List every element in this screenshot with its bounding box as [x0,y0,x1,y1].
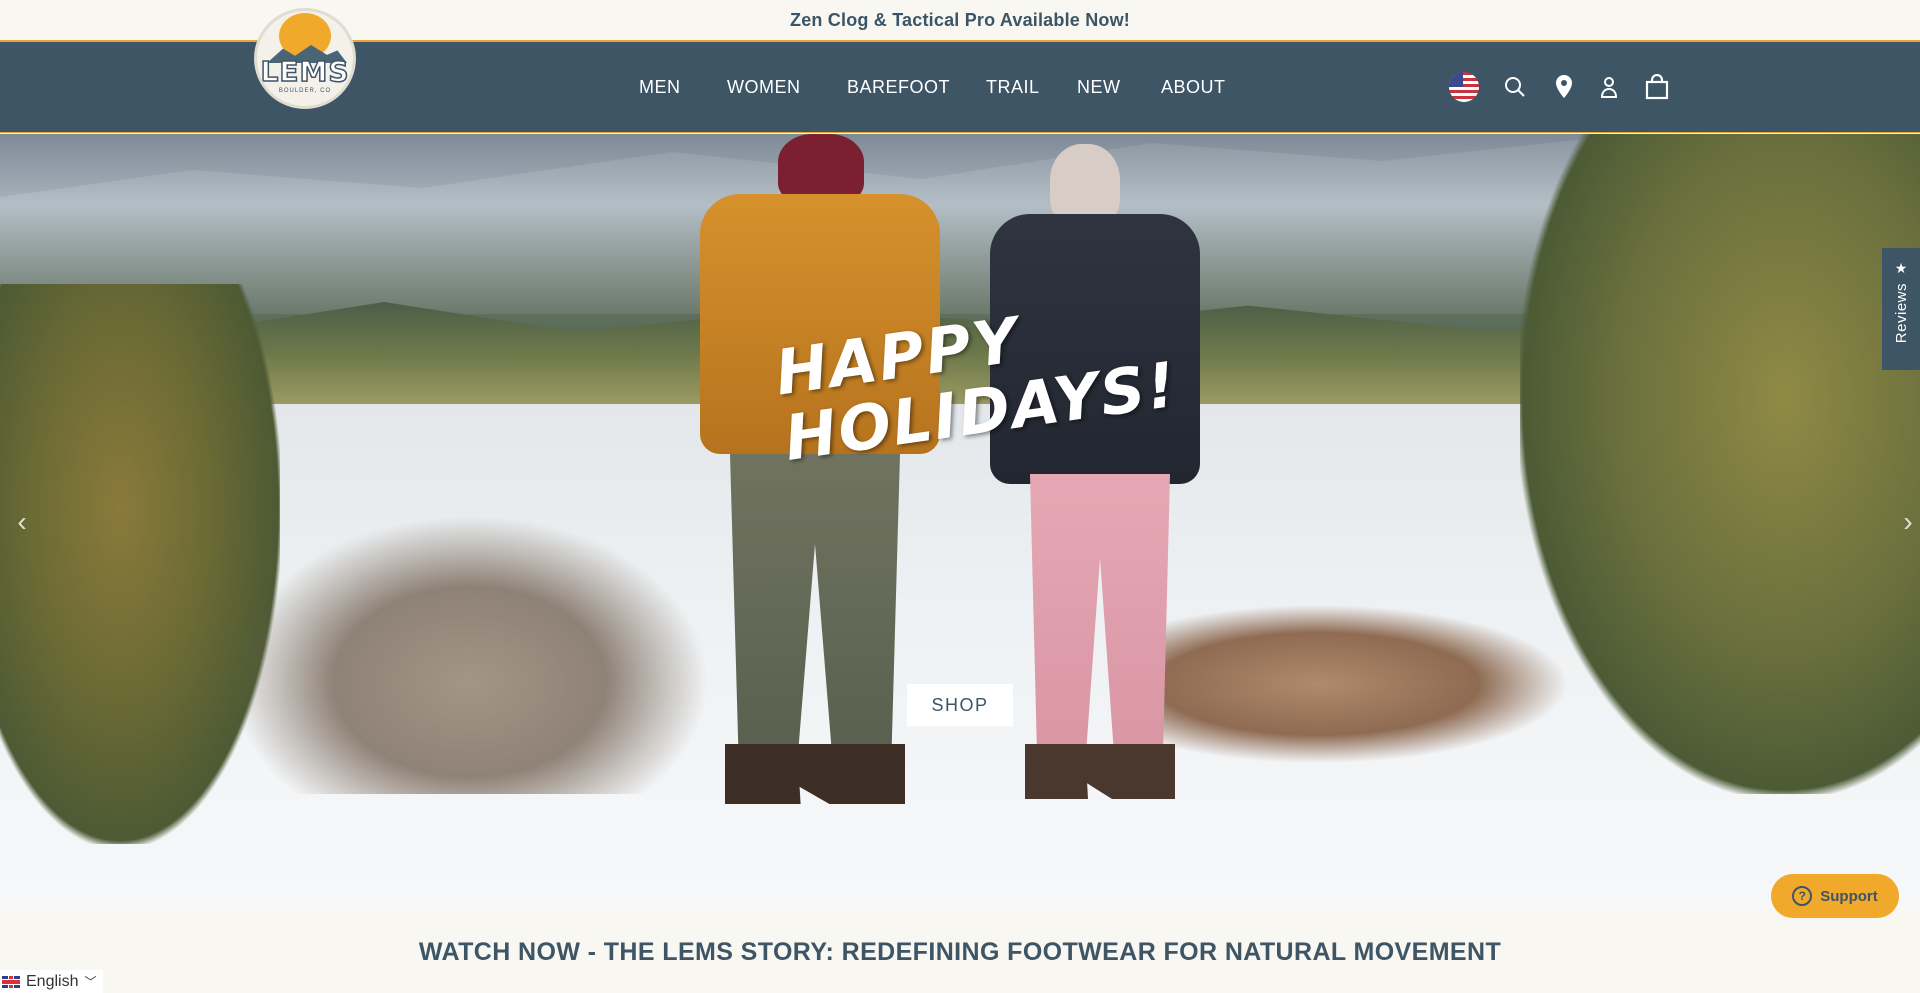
carousel-prev-arrow-icon[interactable]: ‹ [12,505,32,539]
support-label: Support [1820,887,1878,905]
hero-banner[interactable]: HAPPY HOLIDAYS! [0,134,1920,910]
woman-pants [1030,474,1170,754]
search-icon[interactable] [1500,72,1530,102]
reviews-tab-label: Reviews [1892,283,1910,344]
hero-rocks [1150,604,1570,764]
brand-logo[interactable]: LEMS BOULDER, CO [254,8,356,109]
woman-beanie [1050,144,1120,224]
nav-item-barefoot[interactable]: BAREFOOT [847,77,950,98]
language-selector[interactable]: English ﹀ [0,970,103,993]
reviews-tab[interactable]: ★ Reviews [1882,248,1920,370]
star-icon: ★ [1894,260,1908,276]
nav-item-women[interactable]: WOMEN [727,77,801,98]
man-pants [730,454,900,754]
announcement-text[interactable]: Zen Clog & Tactical Pro Available Now! [790,10,1130,31]
shop-button[interactable]: SHOP [907,684,1013,726]
language-label: English [26,972,79,990]
user-icon[interactable] [1597,72,1621,102]
us-flag-icon[interactable] [1449,72,1479,102]
woman-boots [1025,744,1175,799]
logo-wordmark: LEMS [260,54,350,89]
uk-flag-icon [2,975,20,988]
hero-person-woman [990,144,1210,824]
nav-item-men[interactable]: MEN [639,77,681,98]
hero-tree-right [1520,134,1920,794]
logo-location: BOULDER, CO [278,88,332,94]
chevron-down-icon: ﹀ [84,975,97,989]
hero-brush [230,514,710,794]
story-heading[interactable]: WATCH NOW - THE LEMS STORY: REDEFINING F… [0,938,1920,967]
location-pin-icon[interactable] [1552,72,1576,102]
support-button[interactable]: ? Support [1771,874,1899,918]
nav-item-about[interactable]: ABOUT [1161,77,1226,98]
nav-item-new[interactable]: NEW [1077,77,1121,98]
carousel-next-arrow-icon[interactable]: › [1898,505,1918,539]
nav-item-trail[interactable]: TRAIL [986,77,1040,98]
help-icon: ? [1792,886,1813,906]
shopping-bag-icon[interactable] [1642,72,1672,102]
man-boots [725,744,905,804]
